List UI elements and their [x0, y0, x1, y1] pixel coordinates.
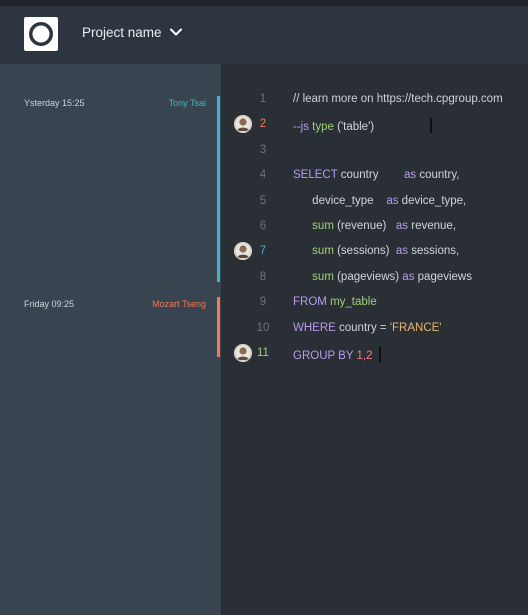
code-token: device_type, [398, 194, 467, 207]
code-token: type [312, 121, 334, 134]
text-cursor [378, 347, 381, 362]
app-header: Project name [0, 6, 528, 64]
history-timestamp: Ysterday 15:25 [24, 98, 85, 108]
code-line[interactable]: 2 --js type ('table') [221, 115, 528, 140]
code-text: SELECT country as country, [293, 169, 459, 181]
code-text: --js type ('table') [293, 118, 433, 134]
code-line[interactable]: 5 device_type as device_type, [221, 195, 528, 217]
code-line[interactable]: 3 [221, 144, 528, 166]
history-range-bar [217, 96, 220, 282]
code-token: --js [293, 121, 313, 134]
history-author: Mozart Tseng [152, 299, 206, 309]
code-token: // learn more on https://tech.cpgroup.co… [293, 93, 503, 105]
code-token: as [402, 270, 415, 283]
code-token: pageviews [414, 270, 472, 283]
history-author: Tony Tsai [168, 98, 206, 108]
code-text: WHERE country = 'FRANCE' [293, 322, 442, 334]
collaborator-avatar-icon[interactable] [234, 242, 252, 261]
collaborator-avatar-icon[interactable] [234, 115, 252, 134]
code-text: FROM my_table [293, 296, 377, 308]
code-token: my_table [330, 296, 377, 309]
code-line[interactable]: 11 GROUP BY 1,2 [221, 344, 528, 369]
code-token: SELECT [293, 169, 338, 182]
code-token: country = [335, 321, 390, 334]
code-token: 1,2 [356, 350, 373, 362]
code-line[interactable]: 1 // learn more on https://tech.cpgroup.c… [221, 93, 528, 115]
line-number: 5 [259, 194, 267, 207]
code-token: (revenue) [333, 220, 396, 232]
revision-history-panel: Ysterday 15:25 Tony Tsai Friday 09:25 Mo… [0, 64, 221, 615]
code-token: sum [312, 245, 334, 258]
line-number: 3 [259, 143, 267, 156]
line-number: 8 [259, 270, 267, 283]
code-token: (pageviews) [333, 270, 403, 283]
code-token: device_type [293, 194, 387, 207]
code-token: 'FRANCE' [389, 321, 442, 334]
code-text: device_type as device_type, [293, 195, 466, 207]
history-entry[interactable]: Friday 09:25 Mozart Tseng [0, 299, 221, 319]
code-line[interactable]: 9 FROM my_table [221, 296, 528, 318]
line-number: 7 [259, 245, 267, 258]
code-token: (sessions) [333, 245, 396, 258]
code-token: as [395, 245, 409, 258]
history-timestamp: Friday 09:25 [24, 299, 75, 309]
code-token: sessions, [408, 245, 460, 258]
collaborator-avatar-icon[interactable] [234, 344, 252, 362]
code-token: country, [416, 169, 460, 182]
code-token: as [386, 194, 399, 207]
code-text: sum (pageviews) as pageviews [293, 271, 472, 283]
line-number: 4 [259, 169, 267, 182]
line-number: 11 [257, 347, 269, 359]
code-line[interactable]: 10 WHERE country = 'FRANCE' [221, 322, 528, 344]
code-token: GROUP BY [293, 350, 357, 362]
code-token: as [395, 220, 409, 232]
code-token: sum [312, 220, 334, 232]
line-number: 2 [259, 118, 267, 131]
code-token: ('table') [333, 121, 375, 134]
code-token: FROM [293, 296, 331, 309]
code-token: sum [312, 270, 334, 283]
code-line[interactable]: 6 sum (revenue) as revenue, [221, 220, 528, 242]
code-text: // learn more on https://tech.cpgroup.co… [293, 93, 503, 105]
ring-logo-icon[interactable] [24, 17, 58, 51]
history-entry[interactable]: Ysterday 15:25 Tony Tsai [0, 98, 221, 118]
code-token: WHERE [293, 321, 336, 334]
code-line[interactable]: 7 sum (sessions) as sessions, [221, 242, 528, 267]
code-token: as [404, 169, 417, 182]
project-name[interactable]: Project name [82, 25, 162, 40]
code-text: sum (revenue) as revenue, [293, 220, 456, 232]
history-range-bar [217, 297, 220, 357]
code-text: GROUP BY 1,2 [293, 347, 381, 362]
line-number: 1 [259, 93, 267, 105]
line-number: 9 [259, 296, 267, 309]
code-text: sum (sessions) as sessions, [293, 245, 459, 257]
code-token: country [337, 169, 404, 182]
code-token: revenue, [408, 220, 457, 232]
line-number: 10 [256, 321, 270, 334]
code-line[interactable]: 4 SELECT country as country, [221, 169, 528, 191]
line-number: 6 [259, 220, 267, 232]
code-line[interactable]: 8 sum (pageviews) as pageviews [221, 271, 528, 293]
code-editor[interactable]: 1 // learn more on https://tech.cpgroup.c… [221, 64, 528, 615]
text-cursor [430, 118, 433, 134]
chevron-down-icon[interactable] [169, 25, 183, 39]
